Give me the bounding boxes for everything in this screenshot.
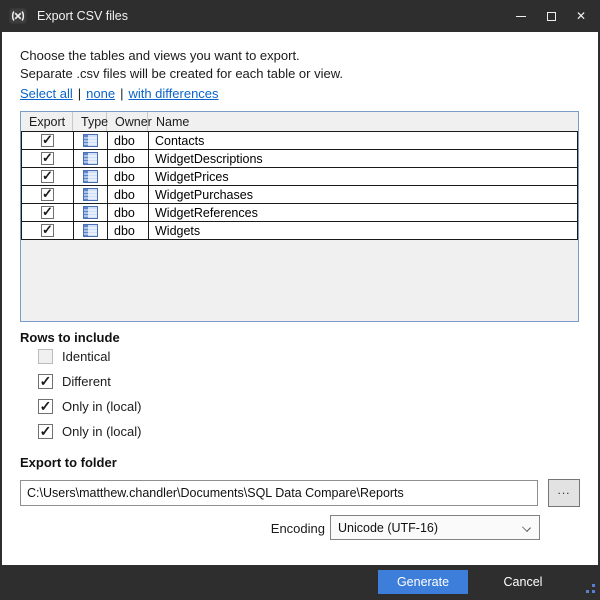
export-checkbox[interactable]: ✓ <box>41 188 54 201</box>
owner-cell: dbo <box>108 150 149 167</box>
maximize-icon <box>547 12 556 21</box>
close-button[interactable]: ✕ <box>566 0 596 32</box>
browse-button[interactable]: ... <box>548 479 580 507</box>
owner-cell: dbo <box>108 222 149 239</box>
check-icon: ✓ <box>40 374 52 388</box>
table-row[interactable]: ✓ dbo WidgetDescriptions <box>21 149 578 168</box>
link-separator: | <box>78 86 81 101</box>
titlebar: Export CSV files ✕ <box>0 0 600 32</box>
export-checkbox[interactable]: ✓ <box>41 170 54 183</box>
owner-cell: dbo <box>108 186 149 203</box>
check-icon: ✓ <box>42 169 53 182</box>
selection-links: Select all | none | with differences <box>20 86 219 101</box>
include-option-only-in-local-2[interactable]: ✓ Only in (local) <box>38 423 141 440</box>
table-icon <box>83 188 98 201</box>
link-separator: | <box>120 86 123 101</box>
export-checkbox[interactable]: ✓ <box>41 134 54 147</box>
owner-cell: dbo <box>108 132 149 149</box>
header-type[interactable]: Type <box>73 112 107 131</box>
cancel-button[interactable]: Cancel <box>488 570 558 594</box>
encoding-label: Encoding <box>245 521 325 536</box>
encoding-select[interactable]: Unicode (UTF-16) <box>330 515 540 540</box>
owner-cell: dbo <box>108 168 149 185</box>
table-icon <box>83 152 98 165</box>
folder-path-input[interactable] <box>20 480 538 506</box>
only-in-local-checkbox[interactable]: ✓ <box>38 399 53 414</box>
export-checkbox[interactable]: ✓ <box>41 224 54 237</box>
link-select-all[interactable]: Select all <box>20 86 73 101</box>
table-row[interactable]: ✓ dbo Widgets <box>21 221 578 240</box>
identical-checkbox[interactable]: ✓ <box>38 349 53 364</box>
check-icon: ✓ <box>42 133 53 146</box>
include-option-label: Identical <box>62 349 110 364</box>
different-checkbox[interactable]: ✓ <box>38 374 53 389</box>
only-in-local-checkbox[interactable]: ✓ <box>38 424 53 439</box>
include-option-only-in-local-1[interactable]: ✓ Only in (local) <box>38 398 141 415</box>
link-none[interactable]: none <box>86 86 115 101</box>
check-icon: ✓ <box>42 151 53 164</box>
listbox-header: Export Type Owner Name <box>21 112 578 132</box>
name-cell: Widgets <box>149 222 577 239</box>
table-icon <box>83 134 98 147</box>
minimize-button[interactable] <box>506 0 536 32</box>
close-icon: ✕ <box>576 10 586 22</box>
tables-listbox: Export Type Owner Name ✓ dbo Contacts ✓ … <box>20 111 579 322</box>
export-folder-label: Export to folder <box>20 455 117 470</box>
table-icon <box>83 206 98 219</box>
instruction-line-1: Choose the tables and views you want to … <box>20 48 300 63</box>
encoding-value: Unicode (UTF-16) <box>338 521 438 535</box>
footer-bar: Generate Cancel <box>0 565 600 600</box>
name-cell: WidgetPurchases <box>149 186 577 203</box>
instruction-line-2: Separate .csv files will be created for … <box>20 66 343 81</box>
check-icon: ✓ <box>40 399 52 413</box>
include-option-label: Different <box>62 374 111 389</box>
table-row[interactable]: ✓ dbo WidgetReferences <box>21 203 578 222</box>
table-row[interactable]: ✓ dbo WidgetPrices <box>21 167 578 186</box>
chevron-down-icon <box>522 523 531 532</box>
table-icon <box>83 170 98 183</box>
name-cell: Contacts <box>149 132 577 149</box>
app-icon <box>9 7 27 25</box>
window-border-left <box>0 0 2 600</box>
owner-cell: dbo <box>108 204 149 221</box>
table-row[interactable]: ✓ dbo WidgetPurchases <box>21 185 578 204</box>
header-name[interactable]: Name <box>148 112 578 131</box>
check-icon: ✓ <box>42 223 53 236</box>
check-icon: ✓ <box>40 424 52 438</box>
include-option-label: Only in (local) <box>62 399 141 414</box>
include-option-different[interactable]: ✓ Different <box>38 373 111 390</box>
name-cell: WidgetDescriptions <box>149 150 577 167</box>
rows-to-include-label: Rows to include <box>20 330 120 345</box>
resize-grip-icon[interactable] <box>584 584 596 596</box>
name-cell: WidgetReferences <box>149 204 577 221</box>
name-cell: WidgetPrices <box>149 168 577 185</box>
export-checkbox[interactable]: ✓ <box>41 152 54 165</box>
link-with-differences[interactable]: with differences <box>128 86 218 101</box>
include-option-identical[interactable]: ✓ Identical <box>38 348 110 365</box>
maximize-button[interactable] <box>536 0 566 32</box>
export-csv-dialog: Export CSV files ✕ Choose the tables and… <box>0 0 600 600</box>
check-icon: ✓ <box>42 205 53 218</box>
generate-button[interactable]: Generate <box>378 570 468 594</box>
minimize-icon <box>516 16 526 17</box>
table-row[interactable]: ✓ dbo Contacts <box>21 131 578 150</box>
window-controls: ✕ <box>506 0 596 32</box>
header-export[interactable]: Export <box>21 112 73 131</box>
header-owner[interactable]: Owner <box>107 112 148 131</box>
include-option-label: Only in (local) <box>62 424 141 439</box>
table-icon <box>83 224 98 237</box>
window-title: Export CSV files <box>37 9 128 23</box>
check-icon: ✓ <box>42 187 53 200</box>
export-checkbox[interactable]: ✓ <box>41 206 54 219</box>
